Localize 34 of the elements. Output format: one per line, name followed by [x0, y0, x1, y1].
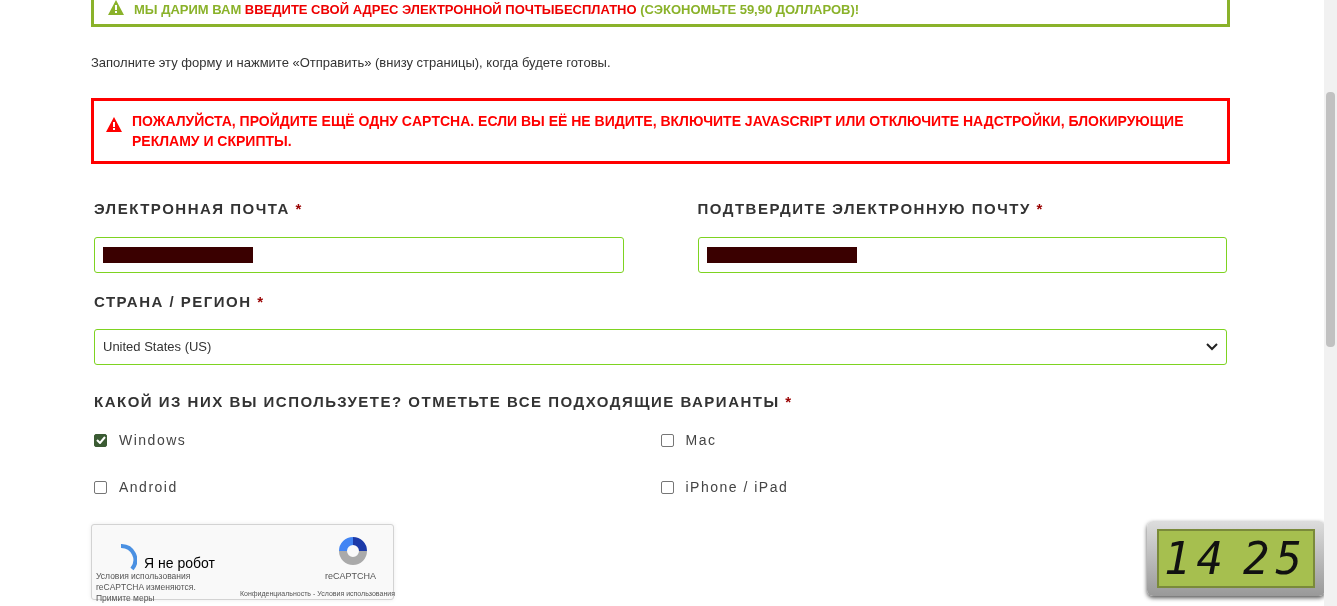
option-label: Windows	[119, 430, 187, 450]
country-select[interactable]: United States (US)	[94, 329, 1227, 365]
checkbox[interactable]	[660, 480, 674, 494]
recaptcha-logo-icon	[337, 534, 369, 567]
checkbox[interactable]	[660, 433, 674, 447]
warning-icon	[108, 0, 124, 15]
field-label: СТРАНА / РЕГИОН	[94, 292, 253, 310]
required-mark: *	[257, 292, 265, 310]
required-mark: *	[785, 393, 793, 410]
field-label: ПОДТВЕРДИТЕ ЭЛЕКТРОННУЮ ПОЧТУ	[697, 200, 1032, 217]
email-input[interactable]	[697, 236, 1227, 273]
chevron-down-icon	[1206, 343, 1218, 351]
clock-hours: 14	[1164, 531, 1229, 586]
option-label: Android	[119, 477, 178, 497]
warning-icon	[106, 116, 122, 132]
field-label: ЭЛЕКТРОННАЯ ПОЧТА	[94, 200, 291, 217]
captcha-notice: Условия использования reCAPTCHA изменяются. Примите меры	[96, 570, 196, 604]
checkbox[interactable]	[94, 433, 107, 447]
field-label: КАКОЙ ИЗ НИХ ВЫ ИСПОЛЬЗУЕТЕ? ОТМЕТЬТЕ ВСЕ ПОДХОДЯЩИЕ ВАРИАНТЫ	[94, 393, 781, 410]
option-label: Mac	[685, 430, 717, 450]
option-label: iPhone / iPad	[685, 477, 789, 497]
error-message: ПОЖАЛУЙСТА, ПРОЙДИТЕ ЕЩЁ ОДНУ CAPTCHA. ЕСЛИ ВЫ ЕЁ НЕ ВИДИТЕ, ВКЛЮЧИТЕ JAVASCRIPT ИЛИ ОТКЛЮЧИТЕ НАДСТРОЙКИ, БЛОКИРУЮЩИЕ РЕКЛАМУ И СКРИПТЫ.	[132, 111, 1185, 151]
intro-text: Заполните эту форму и нажмите «Отправить» (внизу страницы), когда будете готовы.	[91, 53, 612, 72]
notice-link[interactable]: Примите меры	[96, 592, 155, 603]
spinner-icon	[119, 543, 137, 571]
captcha-label: Я не робот	[144, 553, 215, 573]
promo-text: МЫ ДАРИМ ВАМ ВВЕДИТЕ СВОЙ АДРЕС ЭЛЕКТРОННОЙ ПОЧТЫБЕСПЛАТНО (СЭКОНОМЬТЕ 59,90 ДОЛЛАРОВ)!	[134, 2, 860, 17]
required-mark: *	[295, 200, 303, 217]
clock-minutes: 25	[1243, 531, 1308, 586]
email-input[interactable]	[94, 236, 624, 273]
required-mark: *	[1036, 200, 1044, 217]
checkbox[interactable]	[94, 480, 107, 494]
scrollbar[interactable]	[1324, 0, 1337, 606]
captcha-brand: reCAPTCHA	[325, 569, 376, 583]
